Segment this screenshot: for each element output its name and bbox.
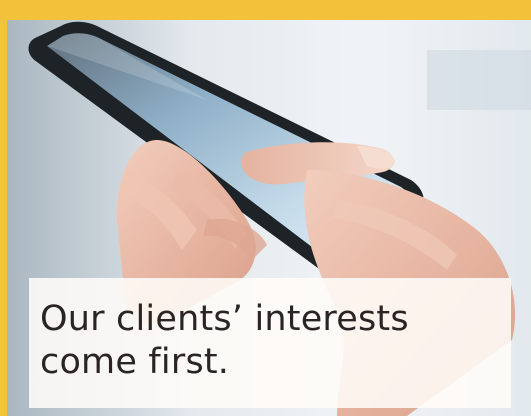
hands-smartphone-photo: Our clients’ interests come first. [7,20,531,416]
promo-banner: Our clients’ interests come first. [0,0,531,416]
headline-text: Our clients’ interests come first. [40,299,409,382]
headline-caption-box: Our clients’ interests come first. [29,278,511,408]
